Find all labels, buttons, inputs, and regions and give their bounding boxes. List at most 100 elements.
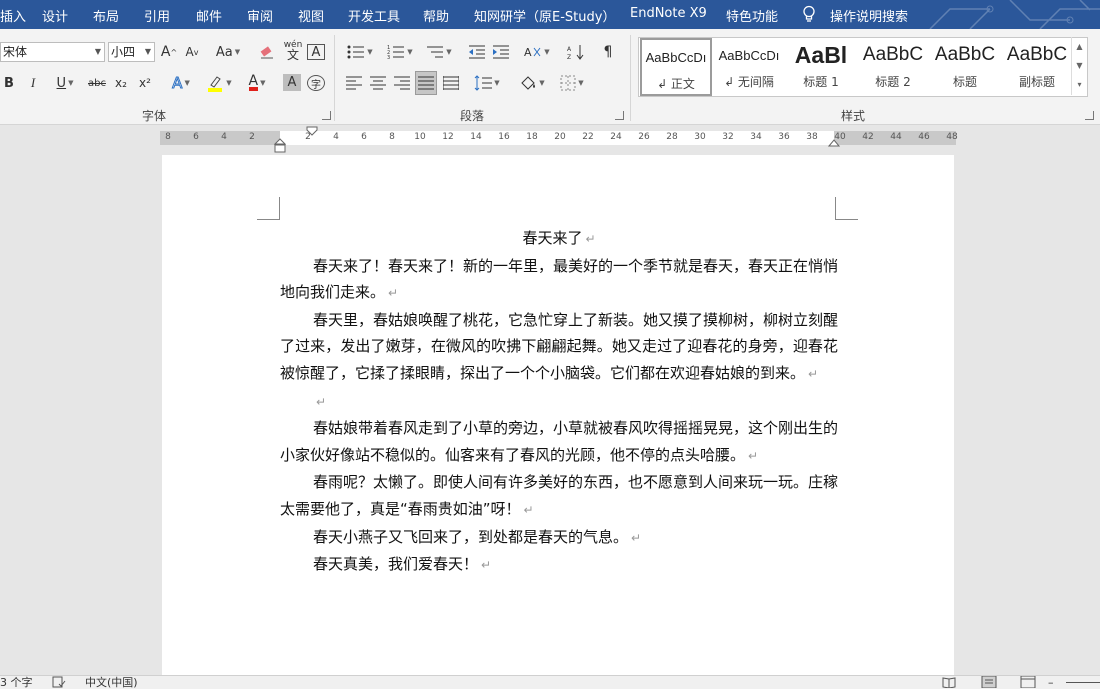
shrink-font-button[interactable]: Av bbox=[183, 42, 201, 62]
line-spacing-button[interactable]: ▼ bbox=[472, 73, 502, 93]
document-paragraph[interactable]: 春天里，春姑娘唤醒了桃花，它急忙穿上了新装。她又摸了摸柳树，柳树立刻醒了过来，发… bbox=[280, 307, 838, 388]
distributed-button[interactable] bbox=[441, 73, 461, 93]
zoom-slider[interactable] bbox=[1066, 682, 1100, 683]
text-effects-button[interactable]: A ▼ bbox=[166, 73, 196, 93]
proofing-icon[interactable] bbox=[52, 676, 66, 688]
font-dialog-launcher[interactable] bbox=[322, 111, 331, 120]
align-right-icon bbox=[394, 76, 410, 90]
font-name-select[interactable]: 宋体 ▼ bbox=[0, 42, 105, 62]
tab-special-features[interactable]: 特色功能 bbox=[726, 6, 778, 25]
show-formatting-marks-button[interactable]: ¶ bbox=[598, 42, 618, 62]
tab-help[interactable]: 帮助 bbox=[423, 6, 449, 25]
paragraph-shading-button[interactable]: ▼ bbox=[516, 73, 548, 93]
sort-button[interactable]: AZ bbox=[566, 42, 586, 62]
document-paragraph[interactable]: 春姑娘带着春风走到了小草的旁边，小草就被春风吹得摇摇晃晃，这个刚出生的小家伙好像… bbox=[280, 415, 838, 469]
web-layout-icon[interactable] bbox=[1020, 676, 1036, 688]
chinese-layout-icon: A bbox=[524, 46, 541, 59]
horizontal-ruler[interactable]: 8 6 4 2 2 4 6 8 10 12 14 16 18 20 22 24 26 28 30 32 34 36 38 40… bbox=[160, 126, 958, 153]
font-color-button[interactable]: A ▼ bbox=[242, 73, 272, 93]
change-case-button[interactable]: Aa ▼ bbox=[212, 42, 244, 62]
tab-mailings[interactable]: 邮件 bbox=[196, 6, 222, 25]
paragraph-dialog-launcher[interactable] bbox=[615, 111, 624, 120]
left-indent-marker[interactable] bbox=[274, 131, 286, 155]
style-name: 标题 2 bbox=[875, 75, 911, 89]
tab-view[interactable]: 视图 bbox=[298, 6, 324, 25]
tell-me-search[interactable]: 操作说明搜索 bbox=[830, 6, 908, 25]
paragraph-group-label: 段落 bbox=[460, 109, 485, 123]
document-paragraph[interactable]: 春天来了！春天来了！新的一年里，最美好的一个季节就是春天，春天正在悄悄地向我们走… bbox=[280, 253, 838, 307]
scroll-up-icon[interactable]: ▲ bbox=[1072, 37, 1087, 56]
ruler-label: 2 bbox=[249, 132, 255, 142]
borders-button[interactable]: ▼ bbox=[556, 73, 588, 93]
highlight-color-button[interactable]: ▼ bbox=[203, 73, 235, 93]
increase-indent-button[interactable] bbox=[491, 42, 511, 62]
chevron-down-icon: ▼ bbox=[184, 79, 190, 87]
tab-cnki-estudy[interactable]: 知网研学（原E-Study） bbox=[474, 6, 615, 25]
character-border-label: A bbox=[311, 44, 321, 60]
align-center-button[interactable] bbox=[368, 73, 388, 93]
paragraph-mark-icon: ↵ bbox=[523, 502, 534, 517]
bullets-button[interactable]: ▼ bbox=[344, 42, 376, 62]
style-heading-1[interactable]: AaBl 标题 1 bbox=[785, 38, 857, 96]
ruler-label: 36 bbox=[778, 132, 790, 142]
style-title[interactable]: AaBbC 标题 bbox=[929, 38, 1001, 96]
phonetic-guide-button[interactable]: wén 文 bbox=[282, 40, 304, 61]
tab-insert[interactable]: 插入 bbox=[0, 6, 26, 25]
print-layout-icon[interactable] bbox=[981, 676, 997, 688]
scroll-down-icon[interactable]: ▼ bbox=[1072, 56, 1087, 75]
font-color-icon: A bbox=[248, 73, 259, 91]
numbering-button[interactable]: 123 ▼ bbox=[384, 42, 416, 62]
document-paragraph[interactable]: 春天小燕子又飞回来了，到处都是春天的气息。 ↵ bbox=[280, 524, 838, 552]
zoom-out-icon[interactable]: – bbox=[1048, 676, 1054, 689]
document-paragraph[interactable]: 春天真美，我们爱春天！ ↵ bbox=[280, 551, 838, 579]
read-mode-icon[interactable] bbox=[942, 676, 956, 688]
document-body[interactable]: 春天来了 ↵ 春天来了！春天来了！新的一年里，最美好的一个季节就是春天，春天正在悄悄… bbox=[280, 225, 838, 579]
italic-button[interactable]: I bbox=[26, 73, 40, 93]
superscript-button[interactable]: x² bbox=[136, 73, 154, 93]
tab-endnote[interactable]: EndNote X9 bbox=[630, 6, 707, 21]
tab-references[interactable]: 引用 bbox=[144, 6, 170, 25]
style-normal[interactable]: AaBbCcDı ↲ 正文 bbox=[640, 38, 712, 96]
style-subtitle[interactable]: AaBbC 副标题 bbox=[1001, 38, 1073, 96]
multilevel-list-button[interactable]: ▼ bbox=[423, 42, 455, 62]
align-left-button[interactable] bbox=[344, 73, 364, 93]
tab-developer[interactable]: 开发工具 bbox=[348, 6, 400, 25]
document-paragraph[interactable]: ↵ bbox=[280, 388, 838, 416]
tab-review[interactable]: 审阅 bbox=[247, 6, 273, 25]
document-paragraph[interactable]: 春雨呢？太懒了。即使人间有许多美好的东西，也不愿意到人间来玩一玩。庄稼太需要他了… bbox=[280, 469, 838, 523]
font-size-select[interactable]: 小四 ▼ bbox=[108, 42, 155, 62]
first-line-indent-marker[interactable] bbox=[306, 126, 318, 138]
borders-icon bbox=[560, 75, 576, 91]
change-case-label: Aa bbox=[215, 44, 233, 60]
style-no-spacing[interactable]: AaBbCcDı ↲ 无间隔 bbox=[713, 38, 785, 96]
grow-font-button[interactable]: A ^ bbox=[160, 42, 178, 62]
bold-button[interactable]: B bbox=[2, 73, 16, 93]
language-indicator[interactable]: 中文(中国) bbox=[85, 676, 138, 689]
strikethrough-button[interactable]: abc bbox=[86, 73, 108, 93]
paragraph-mark-icon: ↵ bbox=[808, 366, 819, 381]
document-page[interactable]: 春天来了 ↵ 春天来了！春天来了！新的一年里，最美好的一个季节就是春天，春天正在悄悄… bbox=[162, 155, 954, 675]
ruler-label: 24 bbox=[610, 132, 622, 142]
word-count[interactable]: 3 个字 bbox=[0, 676, 33, 689]
document-title[interactable]: 春天来了 ↵ bbox=[280, 225, 838, 253]
paragraph-text: 春天真美，我们爱春天！ bbox=[313, 555, 479, 574]
subscript-button[interactable]: x₂ bbox=[112, 73, 130, 93]
line-spacing-icon bbox=[474, 75, 493, 91]
tab-design[interactable]: 设计 bbox=[42, 6, 68, 25]
underline-button[interactable]: U ▼ bbox=[50, 73, 80, 93]
clear-formatting-button[interactable] bbox=[258, 42, 276, 62]
bullet-list-icon bbox=[347, 45, 365, 59]
expand-gallery-icon[interactable]: ▾ bbox=[1072, 75, 1087, 94]
character-shading-button[interactable]: A bbox=[283, 74, 301, 91]
increase-indent-icon bbox=[493, 45, 509, 59]
chinese-layout-button[interactable]: A ▼ bbox=[522, 42, 552, 62]
character-border-button[interactable]: A bbox=[307, 44, 325, 60]
decrease-indent-button[interactable] bbox=[467, 42, 487, 62]
enclose-characters-button[interactable]: 字 bbox=[307, 75, 325, 91]
justify-button[interactable] bbox=[415, 71, 437, 95]
style-heading-2[interactable]: AaBbC 标题 2 bbox=[857, 38, 929, 96]
right-indent-marker[interactable] bbox=[828, 137, 840, 147]
align-right-button[interactable] bbox=[392, 73, 412, 93]
tab-layout[interactable]: 布局 bbox=[93, 6, 119, 25]
styles-dialog-launcher[interactable] bbox=[1085, 111, 1094, 120]
